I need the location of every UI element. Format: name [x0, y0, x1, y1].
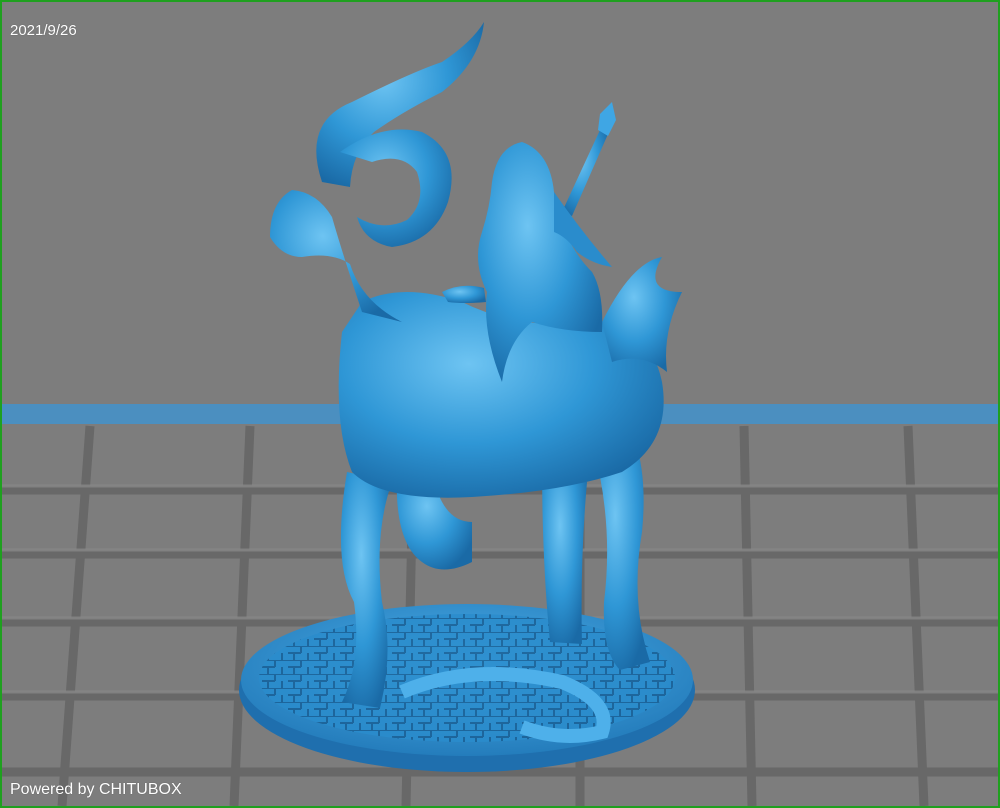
build-plate-scene[interactable]	[2, 2, 998, 806]
goat-rider-model[interactable]	[239, 22, 695, 772]
model-viewport[interactable]: 2021/9/26 Powered by CHITUBOX	[2, 2, 998, 806]
date-label: 2021/9/26	[10, 22, 77, 39]
powered-by-label: Powered by CHITUBOX	[10, 781, 182, 798]
